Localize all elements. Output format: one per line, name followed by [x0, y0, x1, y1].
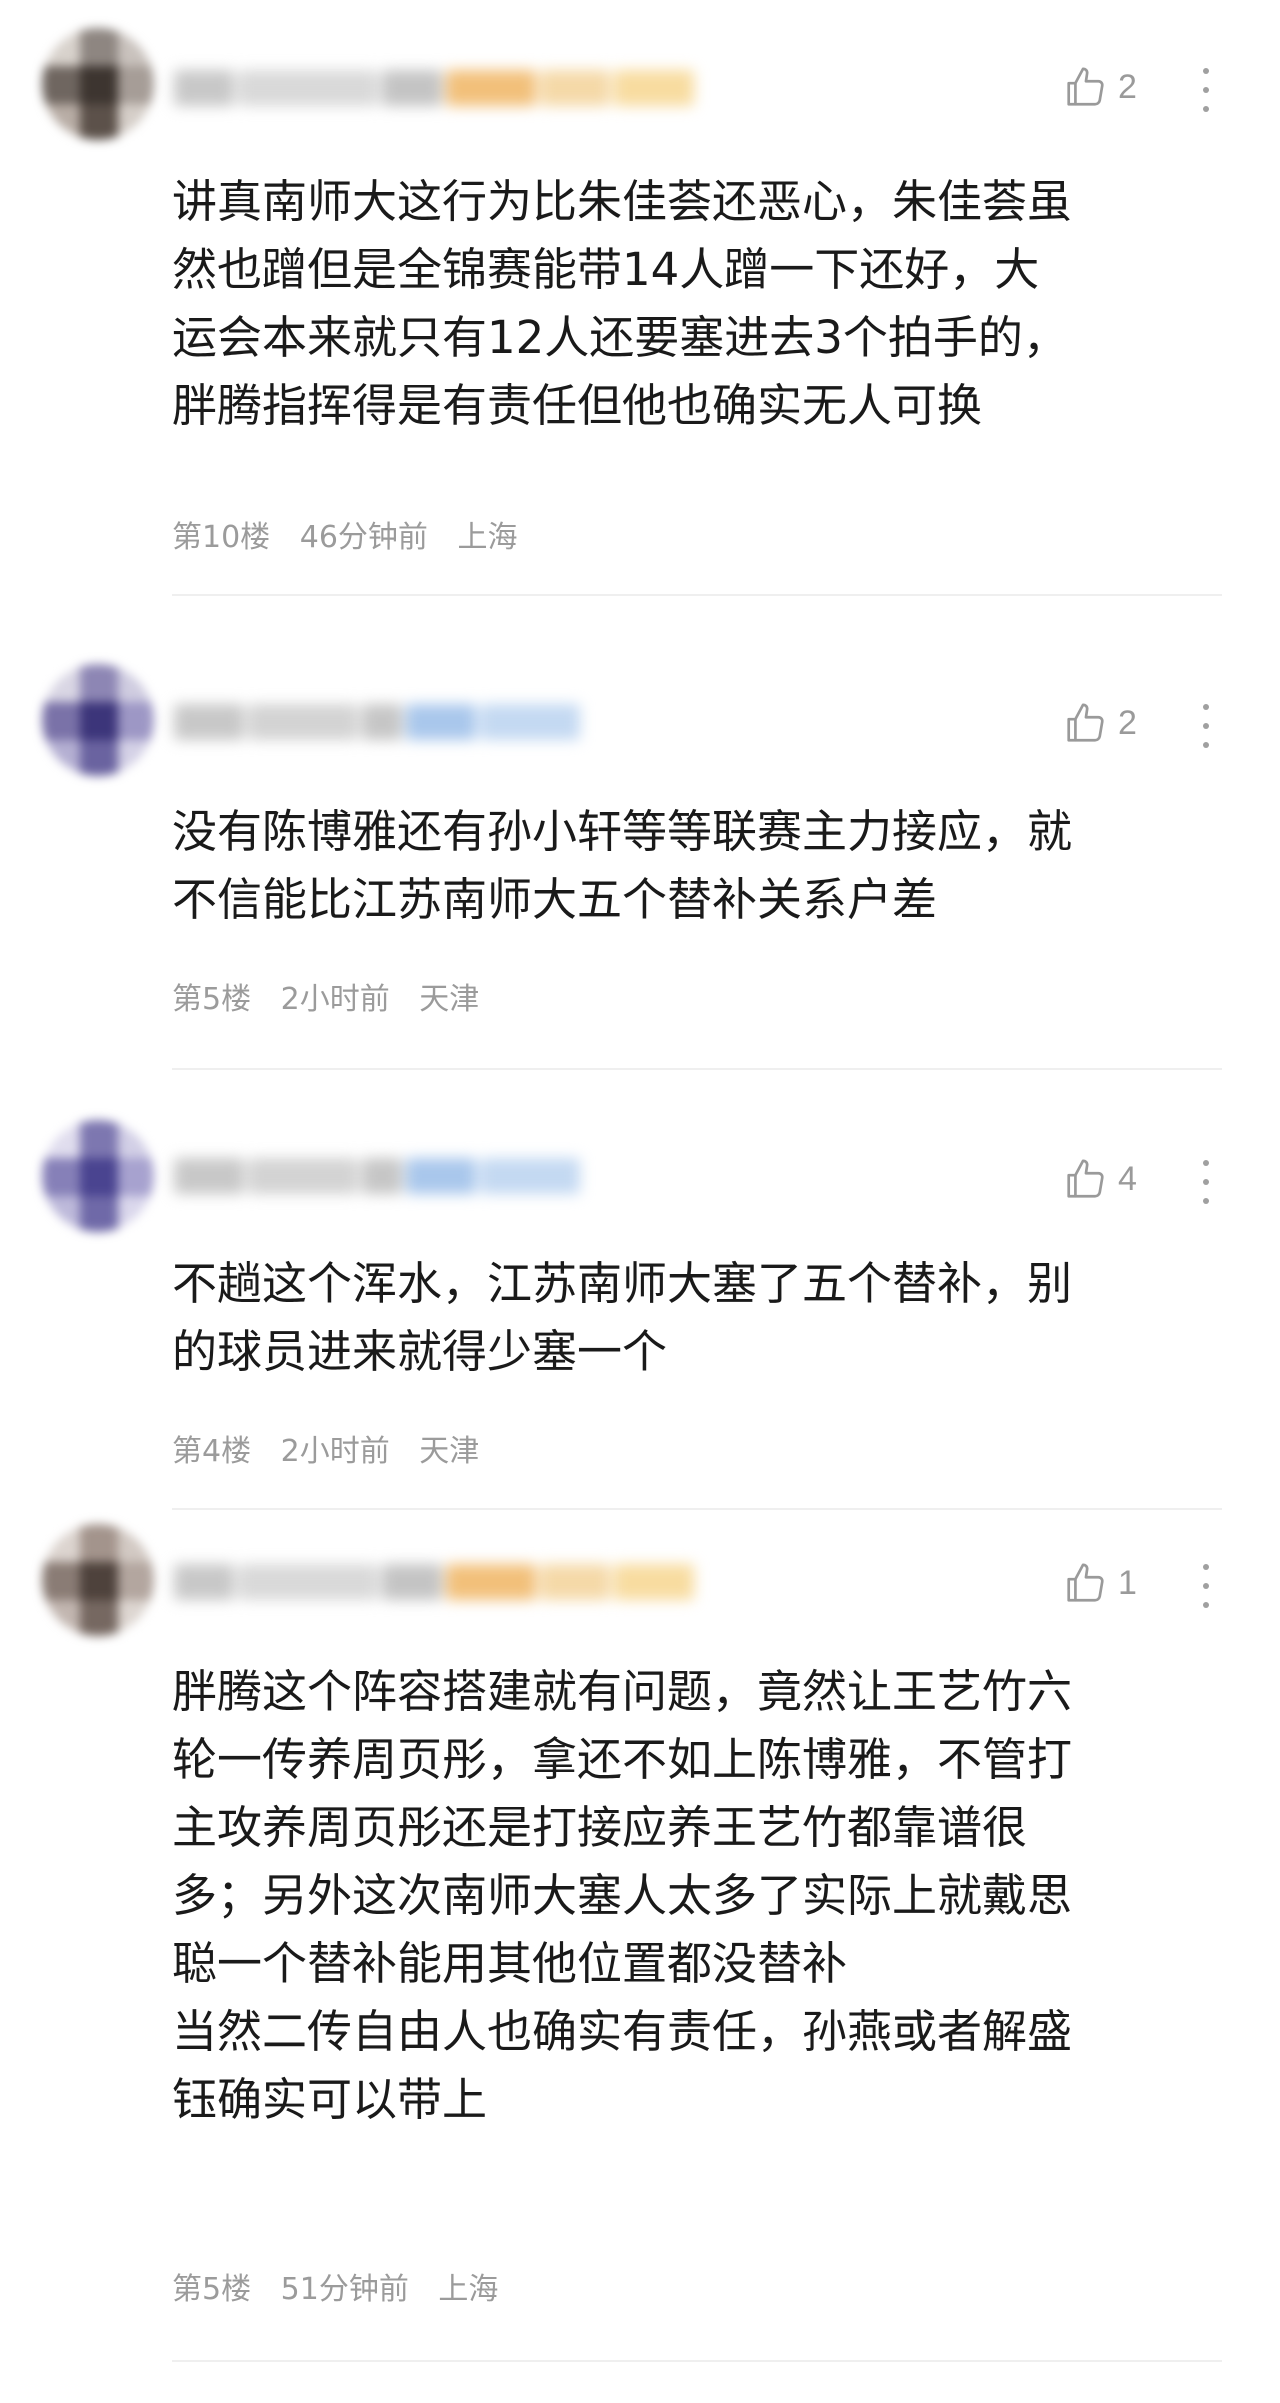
time-label: 2小时前: [280, 1434, 390, 1469]
comment-text: 没有陈博雅还有孙小轩等等联赛主力接应，就 不信能比江苏南师大五个替补关系户差: [172, 805, 1073, 926]
floor-label: 第4楼: [172, 1434, 252, 1469]
more-options-button[interactable]: [1194, 1156, 1218, 1208]
like-count: 2: [1118, 704, 1137, 742]
time-label: 46分钟前: [299, 520, 428, 555]
thumbs-up-icon: [1062, 700, 1108, 746]
comment-meta: 第10楼 46分钟前 上海: [172, 518, 537, 558]
comment-meta: 第5楼 2小时前 天津: [172, 980, 499, 1020]
thumbs-up-icon: [1062, 64, 1108, 110]
location-label: 天津: [419, 982, 480, 1017]
avatar[interactable]: [42, 28, 154, 140]
time-label: 51分钟前: [280, 2272, 409, 2307]
avatar[interactable]: [42, 664, 154, 776]
more-options-button[interactable]: [1194, 1560, 1218, 1612]
comment-text: 不趟这个浑水，江苏南师大塞了五个替补，别 的球员进来就得少塞一个: [172, 1257, 1073, 1378]
more-vertical-icon: [1203, 704, 1209, 710]
like-button[interactable]: 4: [1062, 1156, 1137, 1202]
thumbs-up-icon: [1062, 1156, 1108, 1202]
divider: [172, 1508, 1222, 1510]
avatar[interactable]: [42, 1120, 154, 1232]
avatar[interactable]: [42, 1524, 154, 1636]
like-button[interactable]: 1: [1062, 1560, 1137, 1606]
like-button[interactable]: 2: [1062, 64, 1137, 110]
floor-label: 第5楼: [172, 2272, 252, 2307]
more-vertical-icon: [1203, 68, 1209, 74]
time-label: 2小时前: [280, 982, 390, 1017]
divider: [172, 2360, 1222, 2362]
username-blurred[interactable]: [174, 66, 694, 110]
floor-label: 第5楼: [172, 982, 252, 1017]
comment-meta: 第5楼 51分钟前 上海: [172, 2270, 518, 2310]
username-blurred[interactable]: [174, 1154, 580, 1198]
more-options-button[interactable]: [1194, 700, 1218, 752]
floor-label: 第10楼: [172, 520, 271, 555]
divider: [172, 594, 1222, 596]
divider: [172, 1068, 1222, 1070]
more-vertical-icon: [1203, 1564, 1209, 1570]
username-blurred[interactable]: [174, 700, 580, 744]
location-label: 上海: [438, 2272, 499, 2307]
thumbs-up-icon: [1062, 1560, 1108, 1606]
location-label: 天津: [419, 1434, 480, 1469]
comment-text: 胖腾这个阵容搭建就有问题，竟然让王艺竹六 轮一传养周页彤，拿还不如上陈博雅，不管…: [172, 1665, 1073, 2126]
location-label: 上海: [457, 520, 518, 555]
like-count: 2: [1118, 68, 1137, 106]
like-count: 4: [1118, 1160, 1137, 1198]
more-options-button[interactable]: [1194, 64, 1218, 116]
comment-text: 讲真南师大这行为比朱佳荟还恶心，朱佳荟虽 然也蹭但是全锦赛能带14人蹭一下还好，…: [172, 175, 1073, 432]
more-vertical-icon: [1203, 1160, 1209, 1166]
username-blurred[interactable]: [174, 1560, 694, 1604]
comment-meta: 第4楼 2小时前 天津: [172, 1432, 499, 1472]
like-count: 1: [1118, 1564, 1137, 1602]
like-button[interactable]: 2: [1062, 700, 1137, 746]
